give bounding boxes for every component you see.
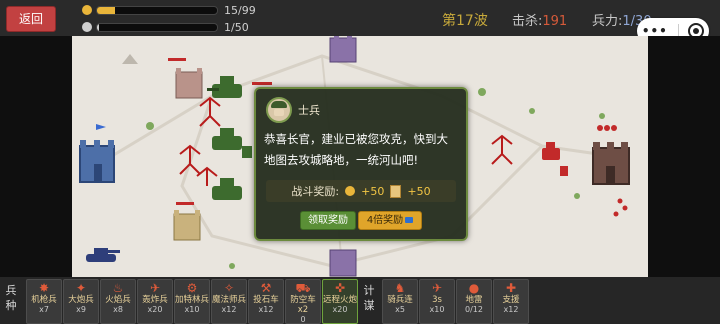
troops-label: 兵力: [592,14,623,29]
back-button[interactable]: 返回 [6,6,56,32]
unit-name: 火焰兵 [105,295,131,305]
speaker-name: 士兵 [298,104,320,117]
population-resource: 1/50 [82,20,249,34]
unit-name: 加特林兵 [175,295,210,305]
enemy-castle [592,142,630,185]
unit-count: x8 [113,305,123,314]
unit-name: 轰炸兵 [142,295,168,305]
unit-slot[interactable]: ⛟ 防空车x2 0 [285,279,321,324]
unit-count: 0 [300,315,306,324]
right-margin [648,36,720,277]
scroll-icon [390,184,402,198]
gatling-icon: ⚙ [186,281,198,295]
unit-slot[interactable]: ✧ 魔法师兵 x12 [211,279,247,324]
unit-name: 地雷 [465,295,483,305]
player-tank [86,248,120,262]
cannon-icon: ✦ [75,281,87,295]
airstrike-icon: ✈ [431,281,443,295]
unit-count: x20 [147,305,163,314]
coin-icon [345,186,356,196]
left-margin [0,36,72,277]
unit-name: 骑兵连 [387,295,413,305]
unit-slot[interactable]: ● 地雷 0/12 [456,279,492,324]
dialog-message: 恭喜长官，建业已被您攻克，快到大地图去攻城略地，一统河山吧! [264,132,448,167]
dialog-header: 士兵 [266,97,320,123]
unit-count: x12 [503,305,519,314]
landmine-icon: ● [468,281,480,295]
unit-name: 远程火炮 [323,295,358,305]
population-value: 1/50 [224,20,249,34]
victory-dialog: 士兵 恭喜长官，建业已被您攻克，快到大地图去攻城略地，一统河山吧! 战斗奖励: … [254,87,468,241]
coin-bag-icon [82,5,92,15]
unit-slot[interactable]: ✈ 轰炸兵 x20 [137,279,173,324]
unit-count: x10 [429,305,445,314]
artillery-icon: ✜ [334,281,346,295]
unit-name: 支援 [502,295,520,305]
claim-reward-button[interactable]: 领取奖励 [300,211,356,230]
unit-slot[interactable]: ✈ 3s x10 [419,279,455,324]
unit-name: 防空车x2 [290,295,316,315]
unit-slot[interactable]: ♞ 骑兵连 x5 [382,279,418,324]
unit-slot[interactable]: ⚒ 投石车 x12 [248,279,284,324]
population-bar [96,22,218,32]
population-icon [82,22,92,32]
soldier-avatar-icon [266,97,292,123]
unit-count: 0/12 [465,305,483,314]
wave-counter: 第17波 [442,13,488,29]
unit-count: x10 [184,305,200,314]
unit-slot[interactable]: ✚ 支援 x12 [493,279,529,324]
unit-name: 魔法师兵 [212,295,247,305]
aa-vehicle-icon: ⛟ [295,281,311,295]
unit-slot[interactable]: ✜ 远程火炮 x20 [322,279,358,324]
machine-gunner-icon: ✸ [38,281,50,295]
kills-value: 191 [542,14,568,29]
gold-value: 15/99 [224,3,256,17]
unit-name: 3s [432,295,442,305]
reward-label: 战斗奖励: [291,185,340,198]
unit-name: 大炮兵 [68,295,94,305]
kill-counter: 击杀:191 [512,10,567,29]
quad-reward-label: 4倍奖励 [366,215,404,226]
unit-count: x5 [395,305,405,314]
coin-reward: +50 [361,184,385,198]
support-icon: ✚ [505,281,517,295]
unit-slot[interactable]: ✦ 大炮兵 x9 [63,279,99,324]
bomber-icon: ✈ [149,281,161,295]
gold-resource: 15/99 [82,3,256,17]
scroll-reward: +50 [407,184,431,198]
player-castle [79,124,115,183]
unit-name: 投石车 [253,295,279,305]
unit-count: x12 [221,305,237,314]
flamethrower-icon: ♨ [112,281,124,295]
gold-bar [96,5,218,15]
kills-label: 击杀: [512,14,543,29]
category-strategy: 计谋 [363,284,375,312]
catapult-icon: ⚒ [260,281,272,295]
unit-slot[interactable]: ⚙ 加特林兵 x10 [174,279,210,324]
unit-count: x9 [76,305,86,314]
mage-icon: ✧ [223,281,235,295]
unit-slot[interactable]: ✸ 机枪兵 x7 [26,279,62,324]
unit-count: x12 [258,305,274,314]
quad-reward-button[interactable]: 4倍奖励 [358,211,422,230]
cavalry-icon: ♞ [394,281,406,295]
unit-name: 机枪兵 [31,295,57,305]
reward-row: 战斗奖励: +50 +50 [266,180,456,202]
video-ad-icon [405,217,414,223]
unit-slot[interactable]: ♨ 火焰兵 x8 [100,279,136,324]
unit-count: x7 [39,305,49,314]
unit-count: x20 [332,305,348,314]
category-troops: 兵种 [5,284,17,312]
